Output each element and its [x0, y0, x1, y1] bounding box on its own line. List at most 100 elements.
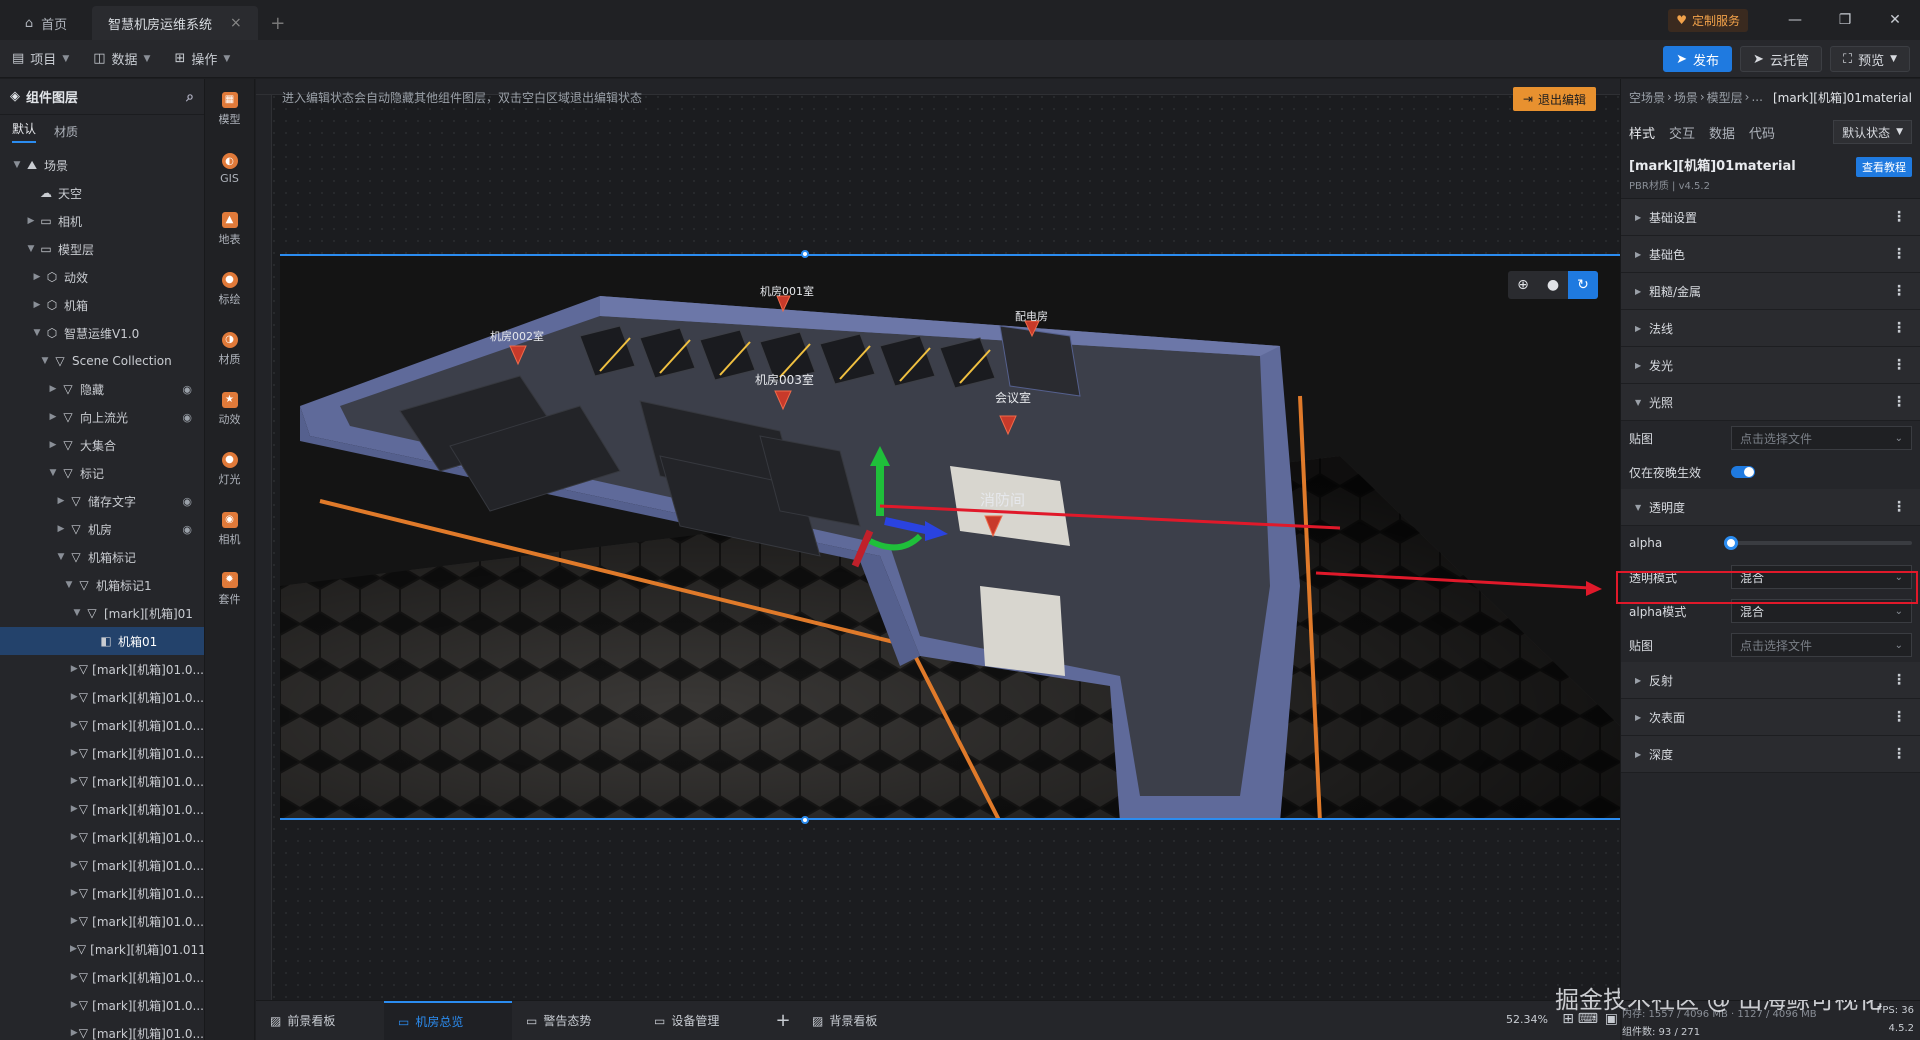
breadcrumb-item[interactable]: 场景: [1674, 89, 1698, 106]
tree-node[interactable]: ▶ ▽ [mark][机箱]01.0...: [0, 795, 204, 823]
tree-node[interactable]: ▶ ▽ [mark][机箱]01.0...: [0, 683, 204, 711]
tree-node[interactable]: ▶ ▽ [mark][机箱]01.0...: [0, 1019, 204, 1040]
tree-node[interactable]: ▶ ⬡ 动效: [0, 263, 204, 291]
tree-node[interactable]: ▶ ▽ [mark][机箱]01.0...: [0, 823, 204, 851]
tree-node[interactable]: ▶ ▽ [mark][机箱]01.0...: [0, 907, 204, 935]
tree-node[interactable]: ▶ ▽ 向上流光 ◉: [0, 403, 204, 431]
tree-node[interactable]: ▶ ▽ [mark][机箱]01.0...: [0, 963, 204, 991]
tool-gis[interactable]: ◐ GIS: [205, 139, 254, 199]
section-subsurface[interactable]: ▶ 次表面 ⋮: [1621, 699, 1920, 736]
chevron-right-icon[interactable]: ▶: [30, 300, 44, 310]
minimize-button[interactable]: —: [1770, 0, 1820, 40]
tutorial-button[interactable]: 查看教程: [1856, 157, 1912, 177]
section-reflection[interactable]: ▶ 反射 ⋮: [1621, 662, 1920, 699]
tree-node[interactable]: ▶ ▽ [mark][机箱]01.0...: [0, 879, 204, 907]
page-tab-background[interactable]: ▨ 背景看板: [798, 1001, 926, 1040]
breadcrumb-item[interactable]: 模型层: [1707, 89, 1743, 106]
chevron-right-icon[interactable]: ▶: [70, 692, 78, 702]
chevron-right-icon[interactable]: ▶: [70, 720, 78, 730]
breadcrumb-item[interactable]: 空场景: [1629, 89, 1665, 106]
slider-knob[interactable]: [1724, 536, 1738, 550]
chevron-right-icon[interactable]: ▶: [70, 1028, 78, 1038]
resize-handle[interactable]: [801, 816, 809, 824]
chevron-right-icon[interactable]: ▶: [70, 972, 78, 982]
tab-data[interactable]: 数据: [1709, 123, 1735, 142]
chevron-right-icon[interactable]: ▶: [46, 384, 60, 394]
exit-edit-button[interactable]: ⇥ 退出编辑: [1512, 87, 1596, 111]
page-tab-warning[interactable]: ▭ 警告态势: [512, 1001, 640, 1040]
eye-hidden-icon[interactable]: ◉: [182, 383, 192, 396]
more-icon[interactable]: ⋮: [1892, 672, 1906, 688]
tree-node-selected[interactable]: ◧ 机箱01: [0, 627, 204, 655]
tree-node[interactable]: ▶ ▽ [mark][机箱]01.0...: [0, 739, 204, 767]
tree-node[interactable]: ▶ ▽ [mark][机箱]01.0...: [0, 767, 204, 795]
chevron-down-icon[interactable]: ▼: [10, 160, 24, 170]
chevron-down-icon[interactable]: ▼: [30, 328, 44, 338]
lighting-texture-select[interactable]: 点击选择文件 ⌄: [1731, 426, 1912, 450]
publish-button[interactable]: ➤ 发布: [1663, 46, 1733, 72]
chevron-right-icon[interactable]: ▶: [70, 776, 78, 786]
chevron-down-icon[interactable]: ▼: [24, 244, 38, 254]
chevron-down-icon[interactable]: ▼: [70, 608, 84, 618]
tool-model[interactable]: ▦ 模型: [205, 79, 254, 139]
tab-home[interactable]: ⌂ 首页: [0, 6, 92, 40]
chevron-right-icon[interactable]: ▶: [70, 888, 78, 898]
zoom-level[interactable]: 52.34%: [1506, 1013, 1548, 1026]
chevron-right-icon[interactable]: ▶: [54, 496, 68, 506]
tree-node[interactable]: ▼ ▽ 标记: [0, 459, 204, 487]
menu-operation[interactable]: ⊞ 操作 ▼: [162, 49, 242, 68]
tree-node[interactable]: ☁ 天空: [0, 179, 204, 207]
eye-hidden-icon[interactable]: ◉: [182, 411, 192, 424]
page-tab-overview[interactable]: ▭ 机房总览: [384, 1000, 512, 1040]
night-only-toggle[interactable]: [1731, 466, 1755, 478]
tool-material[interactable]: ◑ 材质: [205, 319, 254, 379]
tree-node[interactable]: ▶ ▽ 大集合: [0, 431, 204, 459]
add-tab-button[interactable]: +: [258, 6, 298, 40]
alpha-slider[interactable]: [1724, 536, 1912, 550]
chevron-right-icon[interactable]: ▶: [70, 944, 77, 954]
tree-node[interactable]: ▶ ▽ [mark][机箱]01.011: [0, 935, 204, 963]
tool-effect[interactable]: ★ 动效: [205, 379, 254, 439]
menu-data[interactable]: ◫ 数据 ▼: [81, 49, 162, 68]
chevron-right-icon[interactable]: ▶: [70, 832, 78, 842]
tab-project[interactable]: 智慧机房运维系统 ×: [92, 6, 258, 40]
tab-interaction[interactable]: 交互: [1669, 123, 1695, 142]
restore-button[interactable]: ❐: [1820, 0, 1870, 40]
tool-surface[interactable]: ▲ 地表: [205, 199, 254, 259]
tree-node[interactable]: ▶ ▽ [mark][机箱]01.0...: [0, 711, 204, 739]
tree-node[interactable]: ▼ ▽ 机箱标记1: [0, 571, 204, 599]
menu-project[interactable]: ▤ 项目 ▼: [0, 49, 81, 68]
chevron-right-icon[interactable]: ▶: [70, 664, 78, 674]
tree-node[interactable]: ▼ ▽ 机箱标记: [0, 543, 204, 571]
tab-code[interactable]: 代码: [1749, 123, 1775, 142]
chevron-down-icon[interactable]: ▼: [62, 580, 76, 590]
chevron-right-icon[interactable]: ▶: [30, 272, 44, 282]
window-close-button[interactable]: ✕: [1870, 0, 1920, 40]
more-icon[interactable]: ⋮: [1892, 209, 1906, 225]
chevron-down-icon[interactable]: ▼: [46, 468, 60, 478]
section-lighting[interactable]: ▼ 光照 ⋮: [1621, 384, 1920, 421]
tool-plot[interactable]: ● 标绘: [205, 259, 254, 319]
chevron-down-icon[interactable]: ▼: [38, 356, 52, 366]
section-base-color[interactable]: ▶ 基础色 ⋮: [1621, 236, 1920, 273]
page-tab-foreground[interactable]: ▨ 前景看板: [256, 1001, 384, 1040]
3d-scene-viewport[interactable]: 机房001室 配电房 机房002室 机房003室 会议室 消防间: [280, 254, 1620, 820]
tree-node[interactable]: ▼ ▭ 模型层: [0, 235, 204, 263]
custom-service-button[interactable]: ♥ 定制服务: [1668, 8, 1748, 32]
section-transparency[interactable]: ▼ 透明度 ⋮: [1621, 489, 1920, 526]
tree-node[interactable]: ▼ ⬡ 智慧运维V1.0: [0, 319, 204, 347]
tree-node[interactable]: ▶ ▽ 隐藏 ◉: [0, 375, 204, 403]
chevron-right-icon[interactable]: ▶: [46, 412, 60, 422]
tree-node[interactable]: ▶ ▽ [mark][机箱]01.0...: [0, 851, 204, 879]
breadcrumb-item[interactable]: ...: [1751, 90, 1762, 104]
chevron-right-icon[interactable]: ▶: [54, 524, 68, 534]
tab-default[interactable]: 默认: [12, 120, 37, 143]
chevron-down-icon[interactable]: ▼: [54, 552, 68, 562]
chevron-right-icon[interactable]: ▶: [70, 916, 78, 926]
close-icon[interactable]: ×: [230, 15, 242, 31]
tree-node[interactable]: ▼ ⛰ 场景: [0, 151, 204, 179]
cloud-host-button[interactable]: ➤ 云托管: [1740, 46, 1822, 72]
tool-light[interactable]: ● 灯光: [205, 439, 254, 499]
tree-node[interactable]: ▶ ⬡ 机箱: [0, 291, 204, 319]
search-icon[interactable]: ⌕: [186, 89, 194, 105]
